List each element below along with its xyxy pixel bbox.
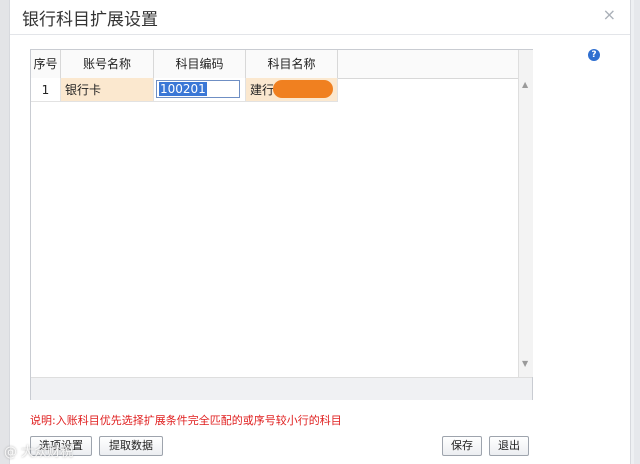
table-row[interactable]: 1 银行卡 100201 建行 [31,78,338,102]
exit-button[interactable]: 退出 [489,436,529,456]
grid-header: 序号 账号名称 科目编码 科目名称 [31,50,518,79]
bank-subject-extension-dialog: 银行科目扩展设置 × ? 序号 账号名称 科目编码 科目名称 1 银行卡 100… [9,0,631,464]
subject-grid: 序号 账号名称 科目编码 科目名称 1 银行卡 100201 建行 ▲ ▼ [30,49,533,400]
column-header-account-name: 账号名称 [61,50,154,78]
help-icon[interactable]: ? [588,49,600,61]
horizontal-scrollbar[interactable] [31,377,532,400]
background-strip-right [634,0,640,464]
scroll-down-arrow-icon[interactable]: ▼ [522,359,528,368]
fetch-data-button[interactable]: 提取数据 [99,436,163,456]
row-subject-code-cell[interactable]: 100201 [154,78,246,102]
save-button[interactable]: 保存 [442,436,482,456]
subject-code-input[interactable]: 100201 [156,80,240,98]
redaction-mark [273,80,333,98]
row-seq-cell: 1 [31,78,61,102]
scroll-up-arrow-icon[interactable]: ▲ [522,80,528,89]
explanation-note: 说明:入账科目优先选择扩展条件完全匹配的或序号较小行的科目 [30,414,342,427]
row-subject-name-cell[interactable]: 建行 [246,78,338,102]
subject-code-selected-text: 100201 [159,82,207,96]
row-account-name-cell[interactable]: 银行卡 [61,78,154,102]
dialog-title-bar: 银行科目扩展设置 × [10,0,630,35]
vertical-scrollbar[interactable]: ▲ ▼ [518,50,533,377]
column-header-subject-code: 科目编码 [154,50,246,78]
subject-name-text: 建行 [250,83,275,97]
options-button[interactable]: 选项设置 [30,436,92,456]
close-icon[interactable]: × [603,5,616,24]
background-strip-left [0,0,9,464]
column-header-subject-name: 科目名称 [246,50,338,78]
column-header-seq: 序号 [31,50,61,78]
dialog-title: 银行科目扩展设置 [22,10,158,30]
